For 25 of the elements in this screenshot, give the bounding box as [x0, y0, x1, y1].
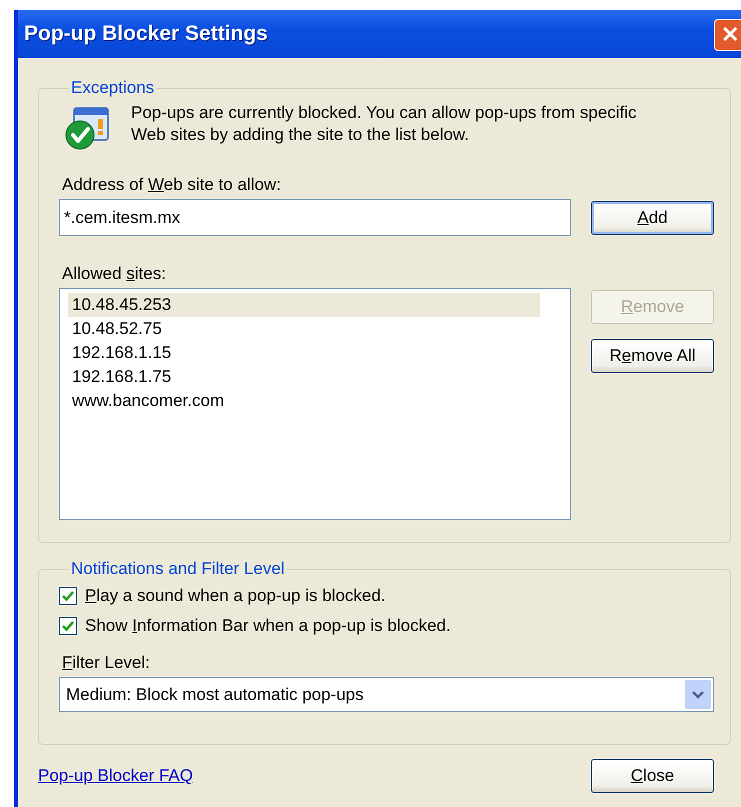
checkbox-label[interactable]: Play a sound when a pop-up is blocked. — [85, 586, 386, 606]
list-label: Allowed sites: — [62, 264, 167, 284]
checkbox[interactable] — [59, 617, 77, 635]
sites-list[interactable]: 10.48.45.253 10.48.52.75 192.168.1.15 192.168.1.75 www.bancomer.com — [59, 288, 571, 520]
checkbox-label[interactable]: Show Information Bar when a pop-up is blocked. — [85, 616, 451, 636]
info-message: Pop-ups are currently blocked. You can allow pop-ups from specific Web sites by adding the site to the list below. — [131, 102, 638, 146]
checkbox[interactable] — [59, 587, 77, 605]
close-button[interactable]: ✕ — [714, 19, 741, 51]
site-item[interactable]: 192.168.1.15 — [68, 341, 540, 365]
window-title: Pop-up Blocker Settings — [24, 22, 268, 46]
group-title: Notifications and Filter Level — [70, 559, 286, 579]
field-label: Filter Level: — [62, 653, 151, 673]
add-button[interactable]: Add — [591, 201, 714, 235]
site-item[interactable]: 192.168.1.75 — [68, 365, 540, 389]
site-item[interactable]: 10.48.45.253 — [68, 293, 540, 317]
field-label: Address of Web site to allow: — [62, 175, 282, 195]
address-field[interactable]: *.cem.itesm.mx — [59, 199, 571, 236]
remove-all-button[interactable]: Remove All — [591, 339, 714, 373]
close-dialog-button[interactable]: Close — [591, 759, 714, 793]
faq-link[interactable]: Pop-up Blocker FAQ — [38, 766, 193, 786]
filter-level-dropdown[interactable]: Medium: Block most automatic pop-ups — [59, 677, 714, 712]
window-check-icon — [64, 105, 110, 151]
group-title: Exceptions — [70, 78, 156, 98]
site-item[interactable]: 10.48.52.75 — [68, 317, 540, 341]
site-item[interactable]: www.bancomer.com — [68, 389, 540, 413]
